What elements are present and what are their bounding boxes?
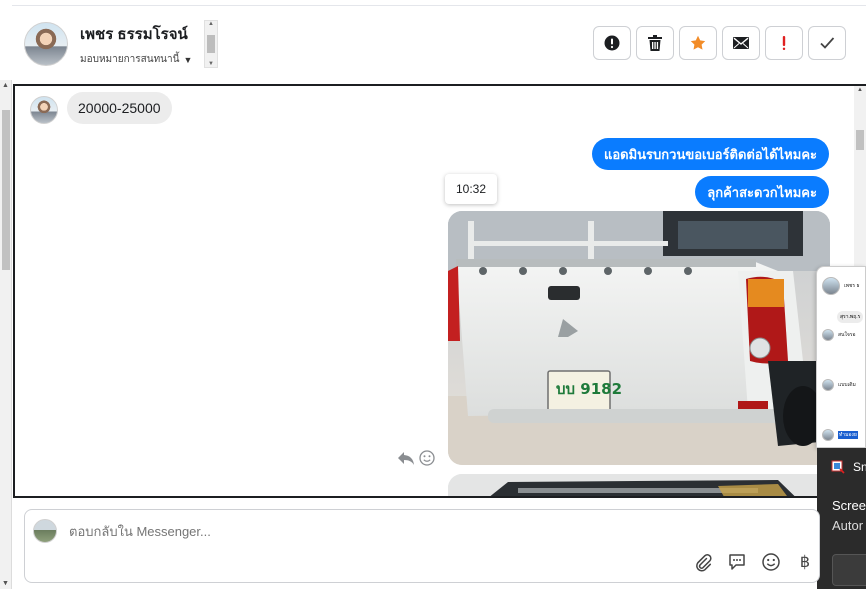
saved-replies-icon[interactable] [727,552,747,572]
toast-app-row: Sn [831,460,866,474]
popup-row-text: สนใจรอ [838,332,856,338]
payment-baht-icon[interactable]: ฿ [795,552,815,572]
message-thread[interactable]: 20000-25000 แอดมินรบกวนขอเบอร์ติดต่อได้ไ… [13,84,866,498]
snipping-tool-icon [831,460,845,474]
toast-app-name: Sn [853,460,866,474]
page-avatar [33,519,57,543]
popup-avatar [822,329,834,341]
header-mini-scrollbar[interactable]: ▲ ▼ [204,20,218,68]
scroll-up-arrow-icon[interactable]: ▲ [208,21,214,27]
star-button[interactable] [679,26,717,60]
popup-avatar [822,379,834,391]
trash-icon [648,35,662,51]
info-button[interactable] [593,26,631,60]
scroll-down-arrow-icon[interactable]: ▼ [2,580,9,587]
license-plate-text: บบ 9182 [556,380,622,398]
popup-row-text: แบบเดิม [838,382,856,388]
paperclip-icon[interactable] [693,552,713,572]
message-composer: ฿ [24,509,820,583]
toast-body: Autor [832,518,864,533]
timestamp-tooltip: 10:32 [445,174,497,204]
conversation-header: เพชร ธรรมโรจน์ มอบหมายการสนทนานี้ ▼ ▲ ▼ [12,6,866,84]
popup-message-row: แบบเดิม [822,379,856,391]
popup-message-row: สนใจรอ [822,329,856,341]
popup-avatar [822,277,840,295]
checkmark-icon [820,37,835,49]
envelope-icon [733,37,749,49]
star-icon [690,35,706,50]
caret-down-icon: ▼ [183,54,193,65]
scroll-thumb[interactable] [2,110,10,270]
assign-label: มอบหมายการสนทนานี้ [80,54,180,65]
assign-conversation-dropdown[interactable]: มอบหมายการสนทนานี้ ▼ [80,52,192,67]
popup-chip-row: สุรา.พฤ.ร [837,311,864,323]
contact-avatar-small[interactable] [30,96,58,124]
contact-name[interactable]: เพชร ธรรมโรจน์ [80,22,188,46]
popup-row-text: เพชร ธ [844,283,860,289]
system-notification-toast[interactable]: Sn Scree Autor [817,448,866,589]
outgoing-message[interactable]: ลุกค้าสะดวกไหมคะ [695,176,829,208]
spam-button[interactable] [765,26,803,60]
exclamation-icon [782,36,786,50]
scroll-up-arrow-icon[interactable]: ▲ [857,87,863,93]
scroll-up-arrow-icon[interactable]: ▲ [2,82,9,89]
page-scrollbar[interactable]: ▲ ▼ [0,80,12,589]
scroll-thumb[interactable] [207,35,215,53]
popup-message-row: ทำมองย [822,429,858,441]
popup-avatar [822,429,834,441]
popup-row-text-selected: ทำมองย [838,431,858,439]
exclamation-circle-icon [604,35,620,51]
reply-icon[interactable] [397,450,415,466]
outgoing-message[interactable]: แอดมินรบกวนขอเบอร์ติดต่อได้ไหมคะ [591,138,829,170]
delete-button[interactable] [636,26,674,60]
reply-input[interactable] [69,524,669,539]
scroll-thumb[interactable] [856,130,864,150]
emoji-icon[interactable] [761,552,781,572]
popup-header-row: เพชร ธ [822,277,860,295]
done-button[interactable] [808,26,846,60]
mark-unread-button[interactable] [722,26,760,60]
popup-chip: สุรา.พฤ.ร [837,311,864,323]
chat-preview-popup[interactable]: เพชร ธ สุรา.พฤ.ร สนใจรอ แบบเดิม ทำมองย [816,266,866,448]
scroll-down-arrow-icon[interactable]: ▼ [208,61,214,67]
contact-avatar[interactable] [24,22,68,66]
composer-toolbar: ฿ [693,552,815,572]
conversation-actions [593,26,846,60]
react-smiley-icon[interactable] [419,450,435,466]
toast-action-button[interactable] [832,554,866,586]
photo-attachment-second[interactable] [448,474,830,496]
truck-photo-illustration: บบ 9182 [448,211,830,465]
incoming-message[interactable]: 20000-25000 [67,92,172,124]
photo-preview-illustration [448,474,830,496]
toast-title: Scree [832,498,866,513]
photo-attachment-pickup-truck[interactable]: บบ 9182 [448,211,830,465]
